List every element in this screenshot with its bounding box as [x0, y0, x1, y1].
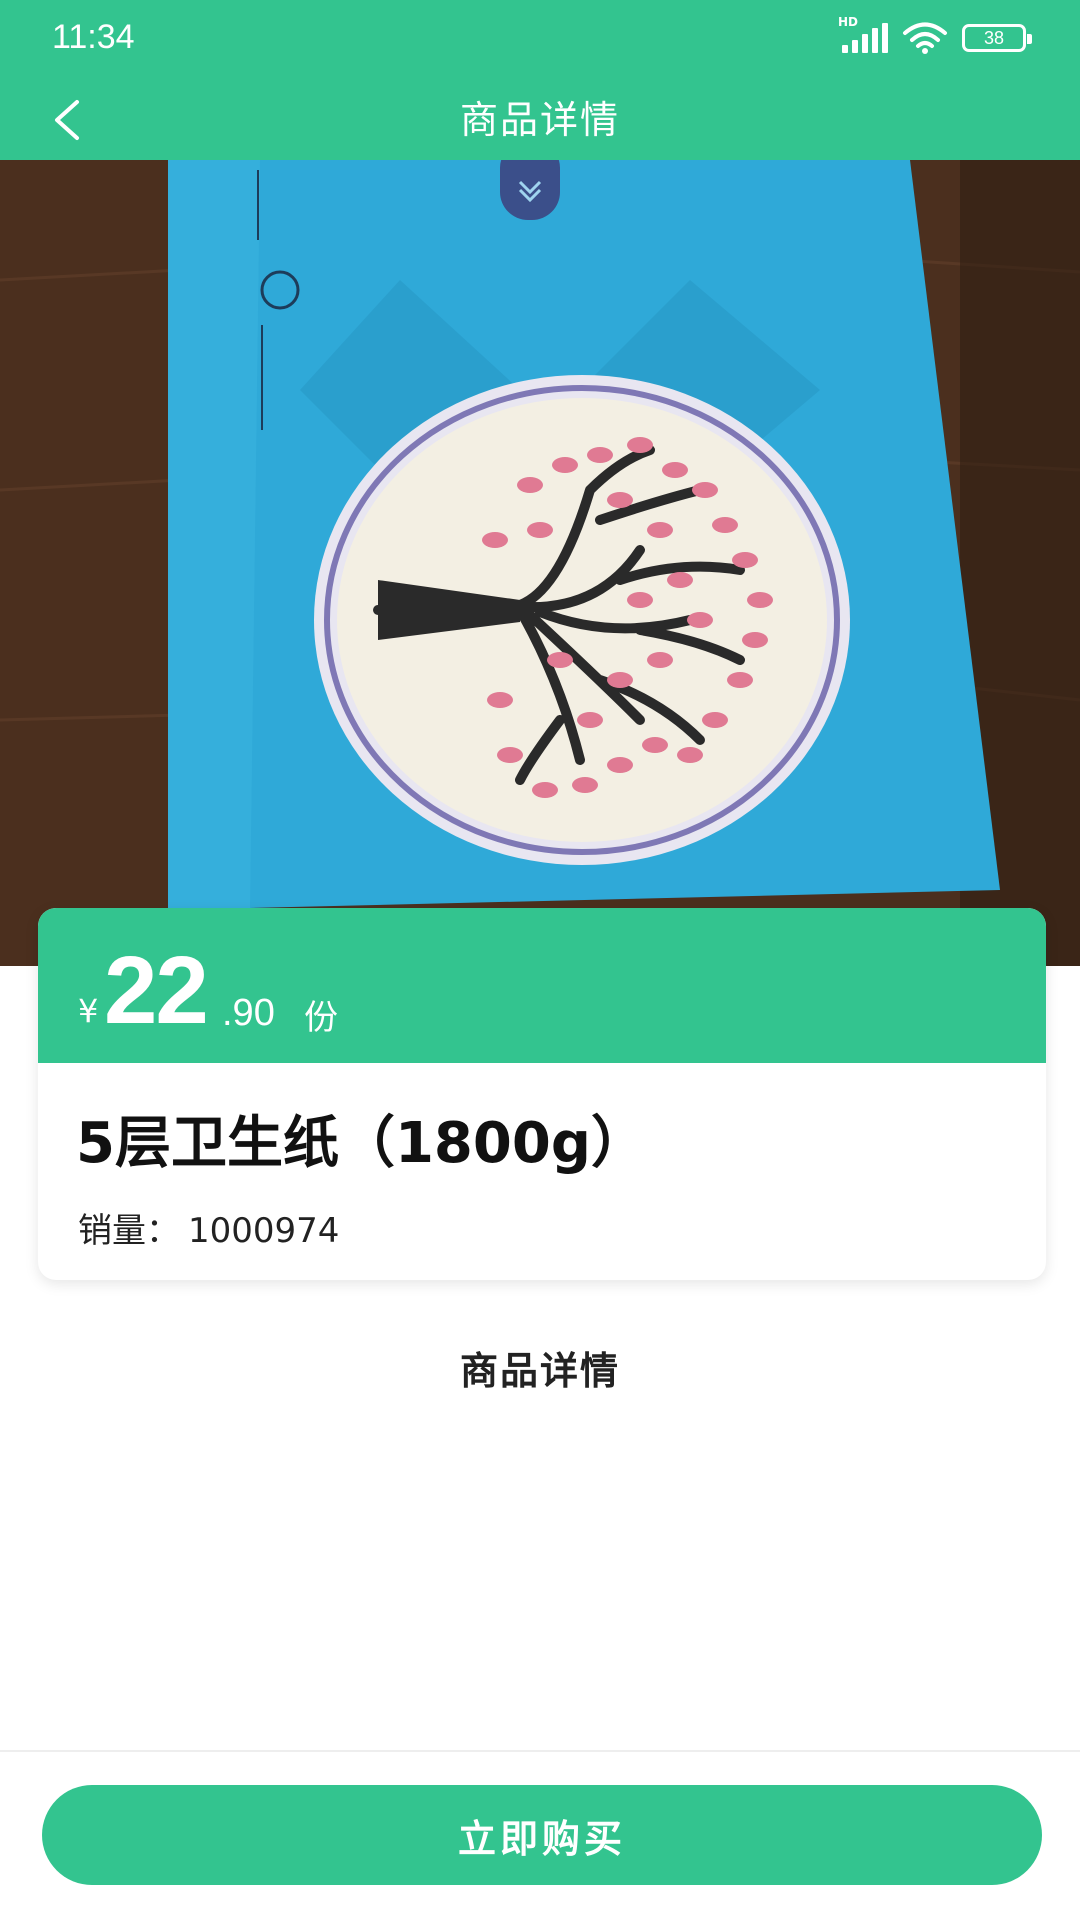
- details-section-title: 商品详情: [459, 1349, 620, 1393]
- price-unit: 份: [304, 998, 338, 1038]
- wifi-icon: [903, 22, 947, 54]
- product-name: 5层卫生纸（1800g）: [76, 1111, 647, 1176]
- battery-icon: 38: [962, 24, 1032, 52]
- nav-bar: 商品详情: [0, 80, 1080, 160]
- sales-count: 1000974: [188, 1211, 340, 1251]
- price-band: ¥ 22 .90 份: [38, 908, 1046, 1063]
- product-photo: [0, 160, 1080, 966]
- price-integer: 22: [104, 937, 209, 1044]
- page-title: 商品详情: [459, 98, 620, 142]
- buy-now-button[interactable]: 立即购买: [42, 1785, 1042, 1885]
- sales-label: 销量：: [78, 1211, 180, 1251]
- status-icons: HD 38: [838, 15, 1032, 54]
- bottom-divider: [0, 1750, 1080, 1752]
- product-image: [0, 160, 1080, 966]
- status-bar: 11:34 HD 38: [0, 0, 1080, 80]
- hd-label: HD: [838, 15, 859, 29]
- price-currency: ¥: [78, 992, 99, 1030]
- battery-level: 38: [983, 27, 1005, 48]
- price-decimal: .90: [222, 992, 275, 1034]
- status-time: 11:34: [52, 18, 135, 56]
- product-info-card: ¥ 22 .90 份 5层卫生纸（1800g） 销量： 1000974: [38, 908, 1046, 1280]
- sales-row: 销量： 1000974: [78, 1203, 339, 1252]
- cellular-signal-icon: HD: [838, 15, 888, 53]
